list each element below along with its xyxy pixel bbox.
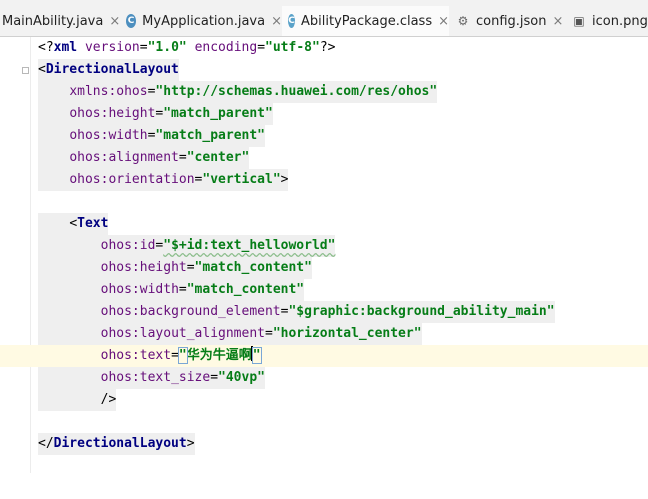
code-line: ohos:width="match_content" (0, 279, 648, 301)
tab-abilitypackage-class[interactable]: C AbilityPackage.class × (282, 6, 449, 36)
code-line: ohos:layout_alignment="horizontal_center… (0, 323, 648, 345)
code-line: <Text (0, 213, 648, 235)
code-line: ohos:background_element="$graphic:backgr… (0, 301, 648, 323)
code-editor[interactable]: <?xml version="1.0" encoding="utf-8"?> <… (0, 37, 648, 473)
class-c-icon: C (288, 14, 296, 28)
code-line: ohos:alignment="center" (0, 147, 648, 169)
code-line: ohos:text_size="40vp" (0, 367, 648, 389)
code-line: xmlns:ohos="http://schemas.huawei.com/re… (0, 81, 648, 103)
code-line: /> (0, 389, 648, 411)
code-line: <DirectionalLayout (0, 59, 648, 81)
code-line: ohos:orientation="vertical"> (0, 169, 648, 191)
code-line: <?xml version="1.0" encoding="utf-8"?> (38, 40, 336, 55)
image-icon: ▣ (573, 14, 585, 28)
code-line: ohos:id="$+id:text_helloworld" (0, 235, 648, 257)
tab-label: AbilityPackage.class (301, 13, 433, 29)
close-icon[interactable]: × (438, 14, 449, 29)
close-icon[interactable]: × (271, 14, 282, 29)
class-c-icon: C (126, 14, 137, 28)
tab-icon-png[interactable]: ▣ icon.png (568, 6, 648, 36)
code-line: ohos:height="match_content" (0, 257, 648, 279)
code-line: ohos:height="match_parent" (0, 103, 648, 125)
tab-myapplication-java[interactable]: C MyApplication.java × (118, 6, 282, 36)
close-icon[interactable]: × (553, 14, 564, 29)
tab-label: MainAbility.java (2, 13, 104, 29)
editor-tab-bar: MainAbility.java × C MyApplication.java … (0, 0, 648, 37)
current-code-line: ohos:text="华为牛逼啊" (0, 345, 648, 367)
code-line: </DirectionalLayout> (0, 433, 648, 455)
tab-label: MyApplication.java (142, 13, 266, 29)
tab-mainability-java[interactable]: MainAbility.java × (0, 6, 120, 36)
fold-marker-icon[interactable] (22, 67, 29, 74)
code-line: ohos:width="match_parent" (0, 125, 648, 147)
tab-config-json[interactable]: ⚙ config.json × (452, 6, 564, 36)
tab-label: icon.png (592, 13, 648, 29)
config-json-icon: ⚙ (457, 14, 469, 28)
tab-label: config.json (476, 13, 547, 29)
